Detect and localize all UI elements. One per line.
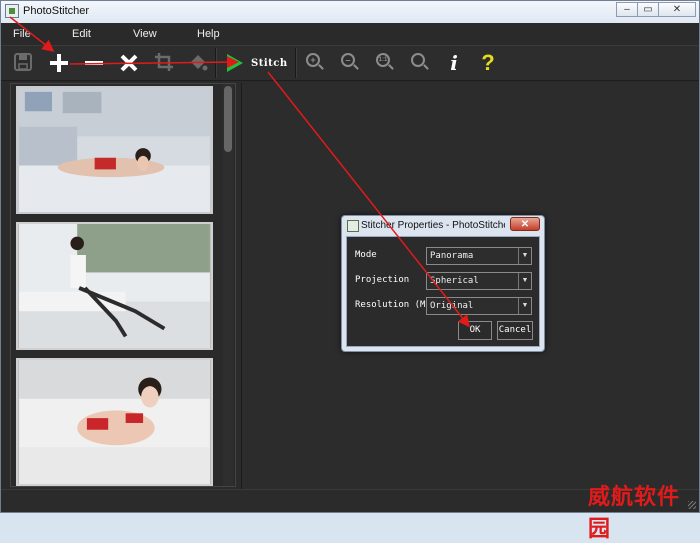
- watermark: 威航软件园: [588, 485, 681, 542]
- projection-value: Spherical: [430, 276, 479, 286]
- ok-button[interactable]: OK: [458, 321, 492, 340]
- stitch-label: Stitch: [251, 57, 288, 69]
- chevron-down-icon: ▼: [518, 298, 531, 314]
- app-window: PhotoStitcher – ▭ ✕ File Edit View Help: [0, 0, 700, 513]
- zoom-fit-icon[interactable]: [411, 53, 425, 67]
- toolbar-separator: [295, 48, 297, 78]
- resolution-label: Resolution (MP): [355, 300, 437, 310]
- photo-thumbnail-image: [19, 360, 210, 484]
- crop-icon[interactable]: [153, 52, 175, 74]
- menu-help[interactable]: Help: [197, 28, 220, 40]
- dialog-app-icon: [347, 220, 359, 232]
- chevron-down-icon: ▼: [518, 273, 531, 289]
- clear-icon[interactable]: [118, 52, 140, 74]
- scrollbar-thumb[interactable]: [224, 86, 232, 152]
- thumbnail-1[interactable]: [16, 86, 213, 214]
- projection-select[interactable]: Spherical ▼: [426, 272, 532, 290]
- photo-thumbnail-image: [19, 224, 210, 348]
- mode-select[interactable]: Panorama ▼: [426, 247, 532, 265]
- dialog-body: Mode Panorama ▼ Projection Spherical ▼ R…: [346, 236, 540, 347]
- resolution-select[interactable]: Original ▼: [426, 297, 532, 315]
- dialog-title-bar: Stitcher Properties - PhotoStitcher ✕: [342, 216, 544, 236]
- dialog-close-button[interactable]: ✕: [510, 217, 540, 231]
- maximize-button[interactable]: ▭: [637, 2, 659, 17]
- title-bar: PhotoStitcher – ▭ ✕: [1, 1, 699, 24]
- mode-value: Panorama: [430, 251, 474, 261]
- toolbar-separator: [215, 48, 217, 78]
- menu-edit[interactable]: Edit: [72, 28, 91, 40]
- mode-label: Mode: [355, 250, 377, 260]
- help-icon[interactable]: ?: [477, 52, 499, 74]
- dialog-title: Stitcher Properties - PhotoStitcher: [361, 220, 505, 231]
- cancel-button[interactable]: Cancel: [497, 321, 533, 340]
- thumbnail-2[interactable]: [16, 222, 213, 350]
- minimize-button[interactable]: –: [616, 2, 638, 17]
- zoom-1to1-icon[interactable]: 1:1: [376, 53, 390, 67]
- thumbnail-3[interactable]: [16, 358, 213, 486]
- stitcher-properties-dialog: Stitcher Properties - PhotoStitcher ✕ Mo…: [341, 215, 545, 352]
- photo-thumbnail-image: [19, 88, 210, 212]
- play-icon: [227, 54, 243, 72]
- zoom-out-icon[interactable]: –: [341, 53, 355, 67]
- info-icon[interactable]: i: [443, 52, 465, 74]
- remove-icon[interactable]: [83, 52, 105, 74]
- save-icon[interactable]: [12, 52, 34, 74]
- image-list-panel[interactable]: [10, 83, 236, 487]
- menu-view[interactable]: View: [133, 28, 157, 40]
- vertical-scrollbar[interactable]: [223, 84, 233, 486]
- resolution-value: Original: [430, 301, 474, 311]
- close-button[interactable]: ✕: [658, 2, 696, 17]
- menu-bar: File Edit View Help: [1, 23, 699, 45]
- toolbar: Stitch + – 1:1 i ?: [1, 45, 699, 81]
- app-icon: [5, 4, 19, 18]
- window-title: PhotoStitcher: [23, 5, 90, 17]
- menu-file[interactable]: File: [13, 28, 31, 40]
- zoom-in-icon[interactable]: +: [306, 53, 320, 67]
- chevron-down-icon: ▼: [518, 248, 531, 264]
- window-controls: – ▭ ✕: [616, 2, 696, 17]
- add-icon[interactable]: [48, 52, 70, 74]
- stitch-button[interactable]: Stitch: [227, 52, 288, 74]
- fill-icon[interactable]: [187, 52, 209, 74]
- projection-label: Projection: [355, 275, 410, 285]
